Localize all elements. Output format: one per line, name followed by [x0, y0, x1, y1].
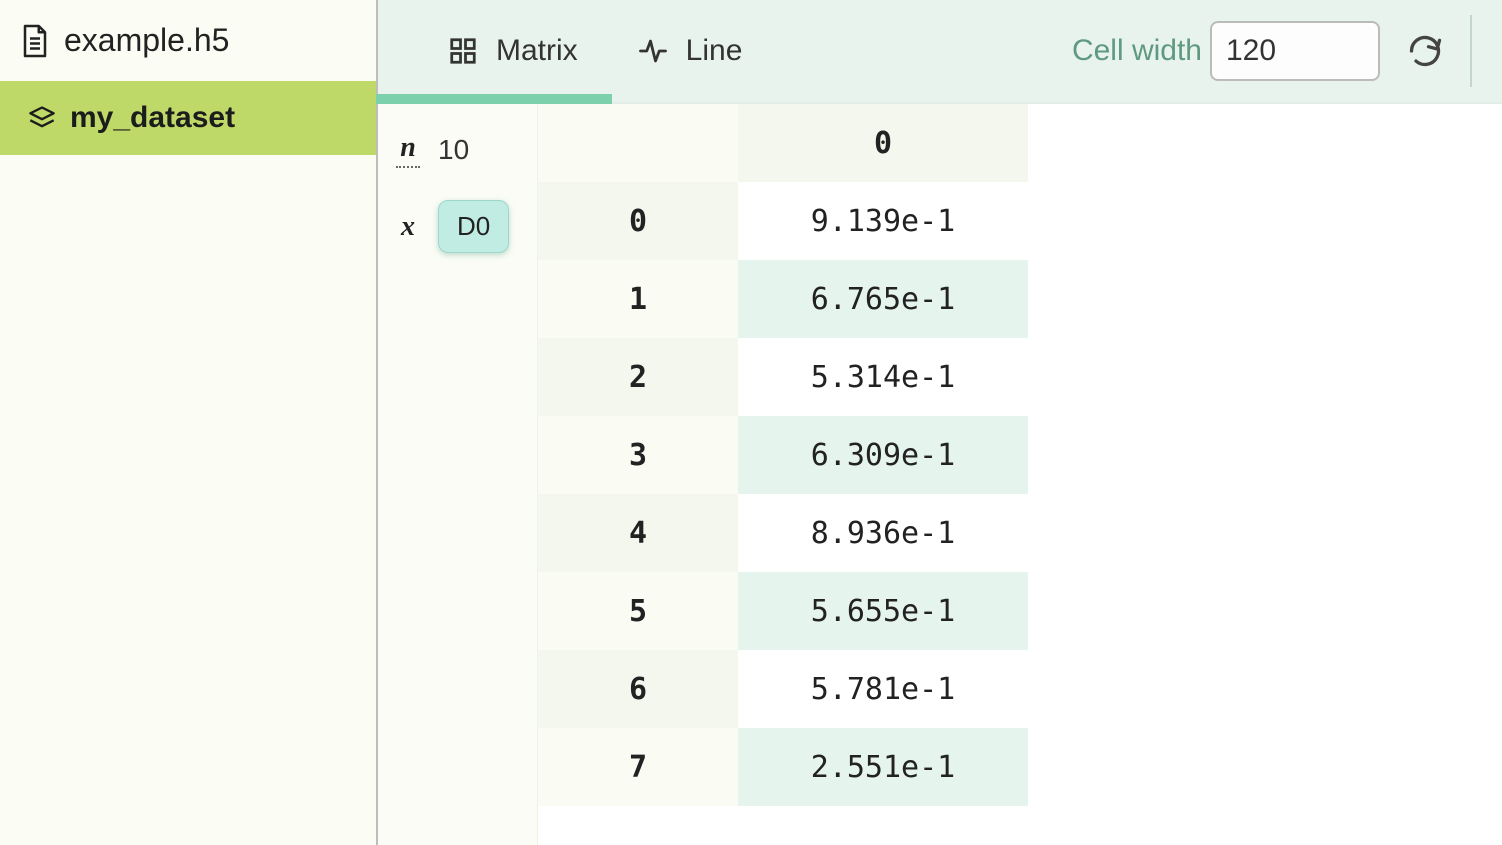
table-row: 2 5.314e-1 — [538, 338, 1028, 416]
table-row: 5 5.655e-1 — [538, 572, 1028, 650]
row-index[interactable]: 0 — [538, 182, 738, 260]
refresh-button[interactable] — [1380, 33, 1470, 69]
row-index[interactable]: 1 — [538, 260, 738, 338]
sidebar-item-label: my_dataset — [70, 101, 235, 135]
activity-icon — [638, 36, 668, 66]
row-index[interactable]: 7 — [538, 728, 738, 806]
grid-body: 0 9.139e-1 1 6.765e-1 2 5.314e-1 3 6.309… — [538, 182, 1028, 806]
params-panel: n 10 x D0 — [378, 104, 538, 845]
app-root: example.h5 my_dataset — [0, 0, 1502, 845]
cell[interactable]: 5.314e-1 — [738, 338, 1028, 416]
tab-line[interactable]: Line — [608, 0, 773, 102]
n-value: 10 — [438, 134, 469, 166]
grid-icon — [448, 36, 478, 66]
cell-width-control: Cell width — [1072, 21, 1380, 81]
row-index[interactable]: 4 — [538, 494, 738, 572]
content-area: n 10 x D0 0 0 9.139e-1 — [378, 104, 1502, 845]
layers-icon — [28, 104, 56, 132]
table-row: 7 2.551e-1 — [538, 728, 1028, 806]
sidebar: example.h5 my_dataset — [0, 0, 378, 845]
cell-width-label: Cell width — [1072, 34, 1202, 68]
cell[interactable]: 9.139e-1 — [738, 182, 1028, 260]
data-grid: 0 0 9.139e-1 1 6.765e-1 2 5.314e-1 — [538, 104, 1028, 845]
sidebar-item-my-dataset[interactable]: my_dataset — [0, 81, 376, 155]
refresh-icon — [1407, 33, 1443, 69]
table-row: 3 6.309e-1 — [538, 416, 1028, 494]
param-x: x D0 — [396, 200, 519, 253]
cell-width-input[interactable] — [1210, 21, 1380, 81]
cell[interactable]: 8.936e-1 — [738, 494, 1028, 572]
tab-label: Line — [686, 34, 743, 68]
toolbar: Matrix Line Cell width — [378, 0, 1502, 104]
tab-matrix[interactable]: Matrix — [418, 0, 608, 102]
n-symbol: n — [396, 132, 420, 168]
row-index-header — [538, 104, 738, 182]
dim-chip[interactable]: D0 — [438, 200, 509, 253]
row-index[interactable]: 6 — [538, 650, 738, 728]
cell[interactable]: 2.551e-1 — [738, 728, 1028, 806]
more-menu[interactable] — [1470, 15, 1502, 86]
col-header[interactable]: 0 — [738, 104, 1028, 182]
cell[interactable]: 5.655e-1 — [738, 572, 1028, 650]
cell[interactable]: 6.309e-1 — [738, 416, 1028, 494]
table-row: 1 6.765e-1 — [538, 260, 1028, 338]
table-row: 0 9.139e-1 — [538, 182, 1028, 260]
row-index[interactable]: 5 — [538, 572, 738, 650]
param-n[interactable]: n 10 — [396, 132, 519, 168]
table-row: 6 5.781e-1 — [538, 650, 1028, 728]
row-index[interactable]: 3 — [538, 416, 738, 494]
table-row: 4 8.936e-1 — [538, 494, 1028, 572]
row-index[interactable]: 2 — [538, 338, 738, 416]
file-icon — [20, 23, 50, 59]
tab-label: Matrix — [496, 34, 578, 68]
cell[interactable]: 5.781e-1 — [738, 650, 1028, 728]
main-panel: Matrix Line Cell width — [378, 0, 1502, 845]
file-header[interactable]: example.h5 — [0, 0, 376, 81]
cell[interactable]: 6.765e-1 — [738, 260, 1028, 338]
x-symbol: x — [396, 211, 420, 243]
file-name-label: example.h5 — [64, 22, 229, 59]
grid-header-row: 0 — [538, 104, 1028, 182]
